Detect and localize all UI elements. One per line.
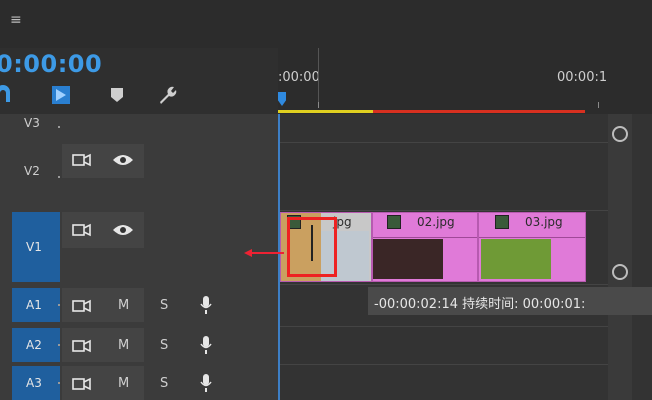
playhead-marker[interactable] xyxy=(278,92,286,106)
pointer-arrow-icon xyxy=(244,243,284,262)
track-separator xyxy=(278,284,608,285)
trim-tooltip: -00:00:02:14 持续时间: 00:00:01: xyxy=(368,287,652,315)
microphone-icon[interactable] xyxy=(198,372,214,398)
clip-02[interactable]: 02.jpg xyxy=(372,212,478,282)
clip-label: 03.jpg xyxy=(525,215,563,229)
fx-badge-icon xyxy=(387,215,401,229)
track-separator xyxy=(278,364,608,365)
timeline-window: ≡ 0:00:00 :00:00 00:00:1 V3 V2 V1 A1 M S… xyxy=(0,0,652,400)
track-a3: A3 M S xyxy=(0,366,278,400)
track-v3: V3 xyxy=(0,114,278,134)
track-label-v2[interactable]: V2 xyxy=(24,164,54,178)
solo-button[interactable]: S xyxy=(160,338,168,353)
scroll-handle-bottom[interactable] xyxy=(612,264,628,280)
clip-divider xyxy=(373,237,477,238)
tooltip-text: -00:00:02:14 持续时间: 00:00:01: xyxy=(374,297,586,312)
track-label-v3[interactable]: V3 xyxy=(24,116,54,130)
clip-03[interactable]: 03.jpg xyxy=(478,212,586,282)
sync-lock-icon[interactable] xyxy=(72,338,96,356)
track-label-a3: A3 xyxy=(26,376,42,390)
track-separator xyxy=(278,210,608,211)
clip-01[interactable]: jpg xyxy=(280,212,372,282)
track-label-v1: V1 xyxy=(26,240,42,254)
work-area-unrendered-bar xyxy=(373,110,585,113)
eye-toggle-icon[interactable] xyxy=(112,152,136,170)
hamburger-icon[interactable]: ≡ xyxy=(10,13,22,27)
ruler-tick xyxy=(598,102,599,108)
ruler-tick xyxy=(318,102,319,108)
camera-toggle-icon[interactable] xyxy=(72,222,96,240)
time-ruler[interactable]: :00:00 00:00:1 xyxy=(278,48,652,114)
mute-button[interactable]: M xyxy=(118,376,129,391)
microphone-icon[interactable] xyxy=(198,334,214,360)
mute-button[interactable]: M xyxy=(118,338,129,353)
linked-selection-icon[interactable] xyxy=(50,84,72,106)
track-dot xyxy=(58,126,60,128)
ruler-end-label: 00:00:1 xyxy=(557,70,608,85)
track-dot xyxy=(58,344,60,346)
clip-divider xyxy=(479,237,585,238)
track-label-a1: A1 xyxy=(26,298,42,312)
track-separator xyxy=(278,142,608,143)
sync-lock-icon[interactable] xyxy=(72,298,96,316)
solo-button[interactable]: S xyxy=(160,298,168,313)
track-dot xyxy=(58,176,60,178)
track-a2: A2 M S xyxy=(0,328,278,364)
track-headers: V3 V2 V1 A1 M S A2 M S A3 M S xyxy=(0,114,278,400)
track-label-a2: A2 xyxy=(26,338,42,352)
sync-lock-icon[interactable] xyxy=(72,376,96,394)
cursor-line xyxy=(311,225,313,261)
fx-badge-icon xyxy=(495,215,509,229)
clip-thumbnail xyxy=(373,239,443,279)
vertical-zoom-scrollbar[interactable] xyxy=(608,114,632,400)
ruler-start-label: :00:00 xyxy=(278,70,320,85)
camera-toggle-icon[interactable] xyxy=(72,152,96,170)
track-target-a2[interactable]: A2 xyxy=(12,328,60,362)
track-v1: V1 xyxy=(0,212,278,282)
timeline-tracks-area[interactable]: jpg 02.jpg 03.jpg xyxy=(278,114,652,400)
clip-thumbnail xyxy=(481,239,551,279)
track-target-a3[interactable]: A3 xyxy=(12,366,60,400)
track-dot xyxy=(58,304,60,306)
solo-button[interactable]: S xyxy=(160,376,168,391)
track-target-a1[interactable]: A1 xyxy=(12,288,60,322)
work-area-rendered-bar xyxy=(278,110,373,113)
clip-label: 02.jpg xyxy=(417,215,455,229)
eye-toggle-icon[interactable] xyxy=(112,222,136,240)
track-v2: V2 xyxy=(0,142,278,182)
add-marker-icon[interactable] xyxy=(106,84,128,106)
microphone-icon[interactable] xyxy=(198,294,214,320)
track-a1: A1 M S xyxy=(0,288,278,324)
playhead-timecode[interactable]: 0:00:00 xyxy=(0,50,102,78)
ruler-line xyxy=(318,48,319,108)
panel-header xyxy=(0,0,652,48)
timeline-toolbar xyxy=(0,84,278,112)
track-separator xyxy=(278,326,608,327)
magnet-snap-icon[interactable] xyxy=(0,84,16,106)
mute-button[interactable]: M xyxy=(118,298,129,313)
wrench-settings-icon[interactable] xyxy=(156,84,178,106)
track-dot xyxy=(58,382,60,384)
scroll-handle-top[interactable] xyxy=(612,126,628,142)
